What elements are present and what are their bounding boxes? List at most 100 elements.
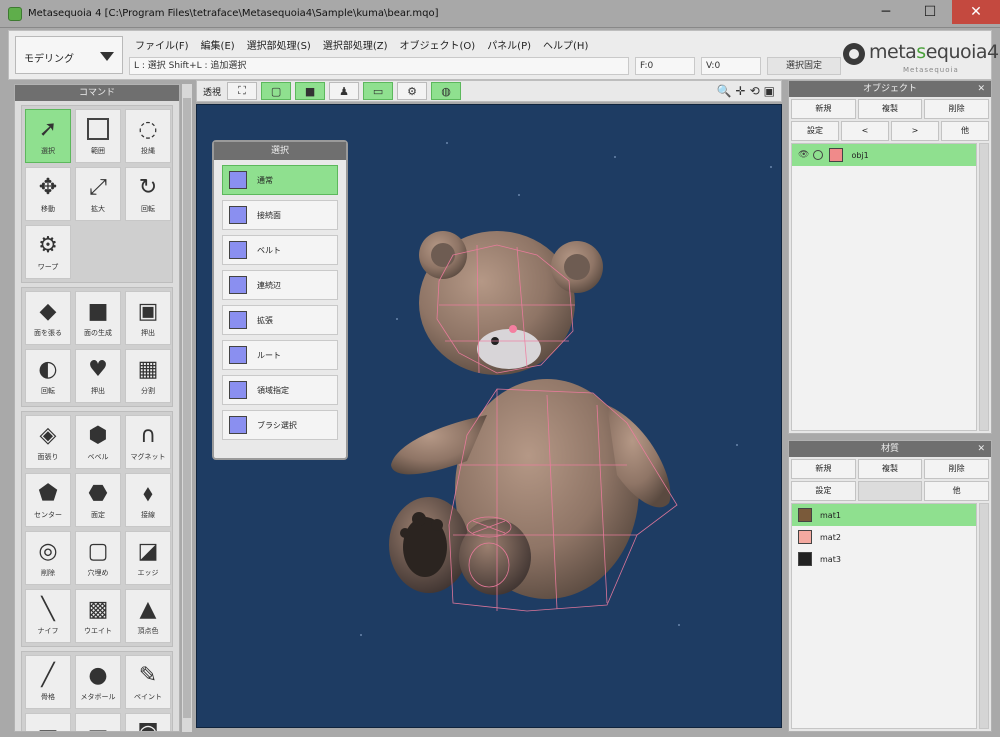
tool-face-generate[interactable]: ■ 面の生成 (75, 291, 121, 345)
object-color-swatch[interactable] (829, 148, 844, 162)
object-list-scrollbar[interactable] (979, 143, 989, 431)
zoom-icon[interactable]: 🔍 (717, 84, 732, 98)
screen-icon[interactable]: ▣ (764, 84, 775, 98)
menu-item-4[interactable]: オブジェクト(O) (394, 34, 482, 55)
vertex-color-icon: ▲ (139, 596, 157, 622)
select-mode-5[interactable]: ルート (222, 340, 338, 370)
tool-background[interactable]: ▭下絵 (25, 713, 71, 732)
tool-metaball[interactable]: ● メタボール (75, 655, 121, 709)
light-icon[interactable]: ♟ (329, 82, 360, 100)
tool-paint[interactable]: ✎ ペイント (125, 655, 171, 709)
rotate-view-icon[interactable]: ⟲ (750, 84, 760, 98)
material-row[interactable]: mat1 (792, 504, 976, 526)
object-row[interactable]: 👁 obj1 (792, 144, 976, 166)
minimize-button[interactable]: ─ (864, 0, 908, 24)
lock-icon[interactable] (813, 150, 824, 160)
select-mode-2[interactable]: ベルト (222, 235, 338, 265)
close-icon[interactable]: ✕ (977, 441, 985, 457)
object-row-toggles: 👁 (798, 150, 824, 160)
tool-scale[interactable]: ⤢ 拡大 (75, 167, 121, 221)
maximize-button[interactable]: ☐ (908, 0, 952, 24)
wire-toggle-icon[interactable]: ▢ (261, 82, 292, 100)
material-btn-row1-1[interactable]: 複製 (857, 459, 923, 479)
select-mode-4[interactable]: 拡張 (222, 305, 338, 335)
tool-knife[interactable]: ╲ ナイフ (25, 589, 71, 643)
select-mode-3[interactable]: 連続辺 (222, 270, 338, 300)
close-button[interactable]: ✕ (952, 0, 1000, 24)
object-btn-row1-2[interactable]: 削除 (924, 99, 990, 119)
tool-divide[interactable]: ▦ 分割 (125, 349, 171, 403)
object-btn-row2-1[interactable]: < (841, 121, 889, 141)
tool-bridge[interactable]: ◈ 面張り (25, 415, 71, 469)
tool-warp[interactable]: ⚙ ワープ (25, 225, 71, 279)
tool-lathe[interactable]: ◐ 回転 (25, 349, 71, 403)
tool-vertex-color[interactable]: ▲ 頂点色 (125, 589, 171, 643)
scrollbar-thumb[interactable] (183, 98, 191, 718)
command-panel-scrollbar[interactable] (182, 84, 192, 732)
object-btn-row2-0[interactable]: 設定 (791, 121, 839, 141)
menu-item-5[interactable]: パネル(P) (481, 34, 537, 55)
tool-plane[interactable]: ⬣ 面定 (75, 473, 121, 527)
material-btn-row1-2[interactable]: 削除 (924, 459, 990, 479)
material-btn-row2-1[interactable] (857, 481, 923, 501)
tool-edge[interactable]: ◪ エッジ (125, 531, 171, 585)
tool-camera[interactable]: ◙撮影 (125, 713, 171, 732)
tool-extrude[interactable]: ▣ 押出 (125, 291, 171, 345)
material-list-scrollbar[interactable] (979, 503, 989, 729)
camera-icon: ◙ (133, 718, 163, 732)
view-fit-icon[interactable]: ⛶ (227, 82, 258, 100)
tool-face-create[interactable]: ◆ 面を張る (25, 291, 71, 345)
paint-icon: ✎ (138, 662, 158, 688)
fix-selection-button[interactable]: 選択固定 (767, 57, 841, 75)
tool-label: 削除 (41, 569, 55, 577)
settings-gear-icon[interactable]: ⚙ (397, 82, 428, 100)
menu-item-3[interactable]: 選択部処理(Z) (317, 34, 394, 55)
display-icon[interactable]: ▭ (363, 82, 394, 100)
tool-push[interactable]: ♥ 押出 (75, 349, 121, 403)
visibility-icon[interactable]: 👁 (798, 150, 809, 160)
material-btn-row2-2[interactable]: 他 (924, 481, 990, 501)
tool-center[interactable]: ⬟ センター (25, 473, 71, 527)
tool-rect-select[interactable]: 範囲 (75, 109, 121, 163)
menu-item-1[interactable]: 編集(E) (195, 34, 241, 55)
menu-item-2[interactable]: 選択部処理(S) (241, 34, 317, 55)
tool-fill-hole[interactable]: ▢ 穴埋め (75, 531, 121, 585)
close-icon[interactable]: ✕ (977, 81, 985, 97)
tool-bone[interactable]: ╱ 骨格 (25, 655, 71, 709)
tool-delete[interactable]: ◎ 削除 (25, 531, 71, 585)
select-mode-7[interactable]: ブラシ選択 (222, 410, 338, 440)
tool-label: 接線 (141, 511, 155, 519)
select-mode-6[interactable]: 領域指定 (222, 375, 338, 405)
select-mode-0[interactable]: 通常 (222, 165, 338, 195)
select-mode-label: ベルト (257, 245, 281, 255)
material-row[interactable]: mat3 (792, 548, 976, 570)
tool-rotate[interactable]: ↻ 回転 (125, 167, 171, 221)
grid-toggle-icon[interactable]: ◍ (431, 82, 462, 100)
tool-ruler[interactable]: ▬計測 (75, 713, 121, 731)
material-btn-row1-0[interactable]: 新規 (791, 459, 856, 479)
object-btn-row2-2[interactable]: > (891, 121, 939, 141)
menu-bar: ファイル(F) 編集(E) 選択部処理(S) 選択部処理(Z) オブジェクト(O) パネル… (129, 34, 594, 55)
tool-tangent[interactable]: ⬧ 接線 (125, 473, 171, 527)
mode-dropdown[interactable]: モデリング (15, 36, 123, 74)
tool-move[interactable]: ✥ 移動 (25, 167, 71, 221)
tool-weight[interactable]: ▩ ウエイト (75, 589, 121, 643)
object-btn-row1-1[interactable]: 複製 (857, 99, 923, 119)
object-btn-row2-3[interactable]: 他 (941, 121, 989, 141)
material-row[interactable]: mat2 (792, 526, 976, 548)
background-icon: ▭ (33, 718, 63, 732)
tool-magnet[interactable]: ∩ マグネット (125, 415, 171, 469)
material-btn-row2-0[interactable]: 設定 (791, 481, 856, 501)
tool-select-arrow[interactable]: ➚ 選択 (25, 109, 71, 163)
tool-bevel[interactable]: ⬢ ベベル (75, 415, 121, 469)
select-mode-1[interactable]: 接続面 (222, 200, 338, 230)
face-toggle-icon[interactable]: ■ (295, 82, 326, 100)
menu-item-0[interactable]: ファイル(F) (129, 34, 195, 55)
pan-icon[interactable]: ✛ (736, 84, 746, 98)
status-row: L : 選択 Shift+L : 追加選択 F:0 V:0 選択固定 (129, 57, 849, 75)
object-btn-row1-0[interactable]: 新規 (791, 99, 856, 119)
tool-lasso[interactable]: ◌ 投縄 (125, 109, 171, 163)
menu-item-6[interactable]: ヘルプ(H) (537, 34, 594, 55)
tool-label: 頂点色 (137, 627, 159, 635)
projection-label[interactable]: 透視 (197, 85, 227, 98)
